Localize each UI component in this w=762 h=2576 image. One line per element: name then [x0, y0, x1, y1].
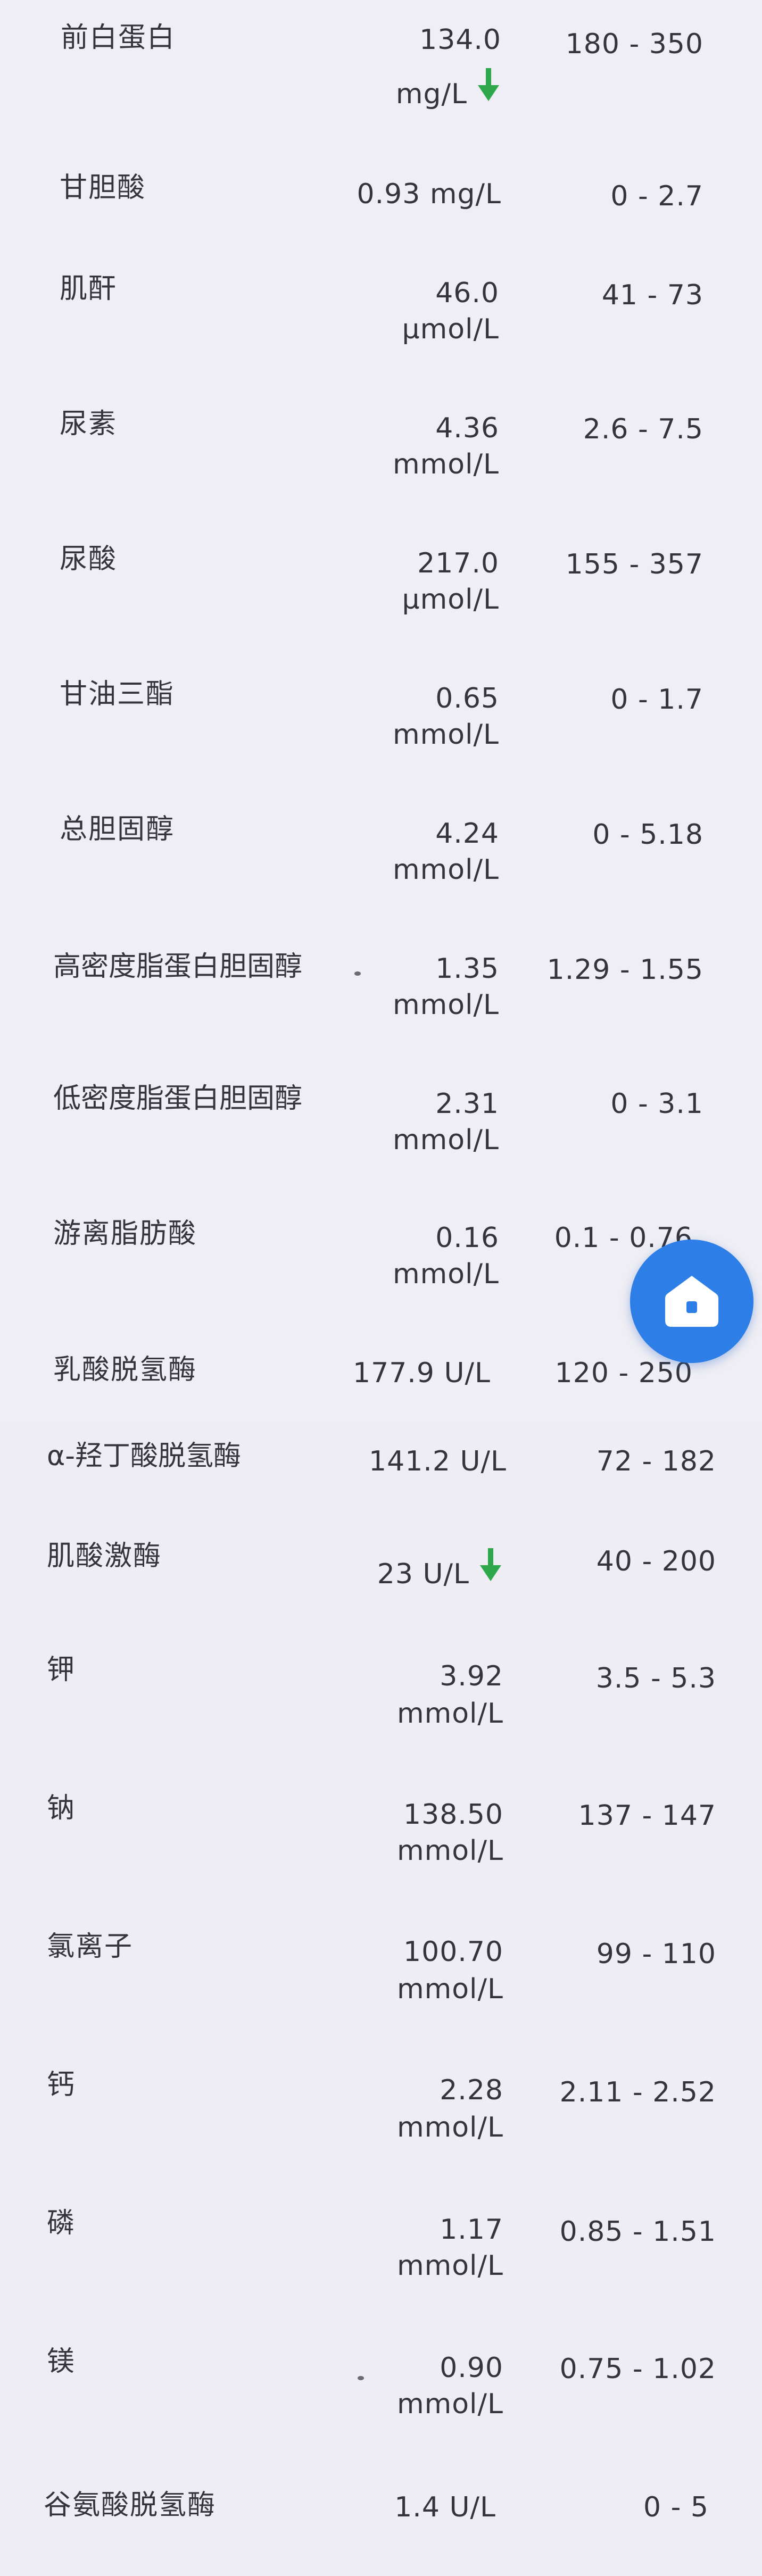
test-name: α-羟丁酸脱氢酶	[47, 1440, 242, 1472]
reference-range: 0 - 2.7	[610, 180, 703, 212]
reference-range: 120 - 250	[554, 1357, 693, 1389]
test-name: 游离脂肪酸	[53, 1218, 197, 1250]
test-value: 0.16	[435, 1222, 499, 1254]
test-name: 尿酸	[60, 543, 118, 575]
reference-range: 2.11 - 2.52	[559, 2076, 716, 2108]
test-unit: mmol/L	[392, 1258, 499, 1290]
test-value: 2.31	[435, 1088, 499, 1120]
test-value: 4.36	[435, 412, 499, 444]
test-name: 肌酐	[60, 273, 118, 305]
test-unit: mmol/L	[392, 1124, 499, 1156]
test-value: 138.50	[403, 1799, 503, 1831]
test-name: 低密度脂蛋白胆固醇	[53, 1083, 303, 1115]
test-unit: mmol/L	[392, 448, 499, 480]
test-value: 141.2 U/L	[369, 1445, 507, 1477]
test-value: 0.93 mg/L	[357, 178, 501, 210]
reference-range: 155 - 357	[565, 549, 703, 580]
test-value: 1.35	[435, 953, 499, 985]
test-value: 3.92	[440, 1660, 503, 1692]
test-unit: μmol/L	[402, 313, 499, 345]
test-value: 217.0	[417, 547, 499, 579]
test-name: 磷	[47, 2207, 76, 2239]
test-unit: mg/L	[395, 78, 467, 110]
reference-range: 0 - 1.7	[610, 684, 703, 716]
test-name: 钠	[47, 1792, 76, 1824]
reference-range: 40 - 200	[596, 1545, 716, 1577]
test-value: 2.28	[440, 2074, 503, 2106]
test-unit: mmol/L	[396, 1698, 503, 1730]
test-value: 100.70	[403, 1936, 503, 1968]
test-value: 23 U/L	[377, 1558, 469, 1590]
reference-range: 180 - 350	[565, 28, 703, 60]
test-unit: mmol/L	[396, 2112, 503, 2143]
test-unit: mmol/L	[396, 2388, 503, 2420]
test-value: 1.4 U/L	[394, 2491, 496, 2523]
test-value: 1.17	[440, 2214, 503, 2246]
test-value: 0.65	[435, 683, 499, 714]
test-name: 氯离子	[47, 1931, 134, 1963]
test-unit: mmol/L	[392, 719, 499, 751]
reference-range: 3.5 - 5.3	[595, 1663, 716, 1694]
results-panel-bottom	[0, 1422, 762, 2576]
test-name: 肌酸激酶	[47, 1540, 162, 1572]
reference-range: 0 - 5.18	[592, 819, 703, 851]
test-name: 总胆固醇	[60, 813, 175, 845]
test-unit: mmol/L	[396, 1835, 503, 1867]
test-name: 甘油三酯	[60, 678, 175, 710]
test-name: 前白蛋白	[61, 22, 176, 54]
test-name: 高密度脂蛋白胆固醇	[53, 951, 303, 983]
test-unit: mmol/L	[396, 1973, 503, 2005]
test-name: 尿素	[60, 408, 118, 440]
floating-home-button[interactable]	[630, 1240, 753, 1363]
reference-range: 2.6 - 7.5	[583, 413, 703, 445]
test-name: 镁	[47, 2346, 76, 2378]
test-unit: μmol/L	[402, 584, 499, 616]
test-value: 177.9 U/L	[353, 1357, 491, 1389]
test-unit: mmol/L	[392, 854, 499, 886]
test-name: 乳酸脱氢酶	[53, 1354, 197, 1386]
speck	[358, 2376, 364, 2380]
reference-range: 72 - 182	[596, 1445, 716, 1477]
test-value: 0.90	[440, 2352, 503, 2384]
test-value: 46.0	[435, 277, 499, 309]
lab-results-page: 前白蛋白 134.0 mg/L 180 - 350 甘胆酸 0.93 mg/L …	[0, 0, 762, 2576]
reference-range: 0.85 - 1.51	[559, 2216, 716, 2248]
reference-range: 99 - 110	[596, 1938, 716, 1970]
reference-range: 0.75 - 1.02	[559, 2353, 716, 2385]
reference-range: 137 - 147	[578, 1800, 716, 1832]
arrow-down-icon	[478, 68, 499, 101]
reference-range: 1.29 - 1.55	[546, 954, 703, 986]
speck	[354, 971, 361, 976]
test-name: 钙	[47, 2069, 76, 2101]
reference-range: 41 - 73	[601, 279, 703, 311]
test-name: 钾	[47, 1654, 76, 1686]
reference-range: 0 - 3.1	[610, 1088, 703, 1120]
test-name: 甘胆酸	[60, 172, 146, 204]
test-unit: mmol/L	[392, 989, 499, 1021]
home-icon	[665, 1276, 718, 1327]
test-name: 谷氨酸脱氢酶	[44, 2489, 217, 2521]
reference-range: 0 - 5	[643, 2491, 709, 2523]
arrow-down-icon	[480, 1548, 501, 1581]
test-unit: mmol/L	[396, 2250, 503, 2282]
test-value: 4.24	[435, 818, 499, 850]
test-value: 134.0	[419, 24, 501, 56]
